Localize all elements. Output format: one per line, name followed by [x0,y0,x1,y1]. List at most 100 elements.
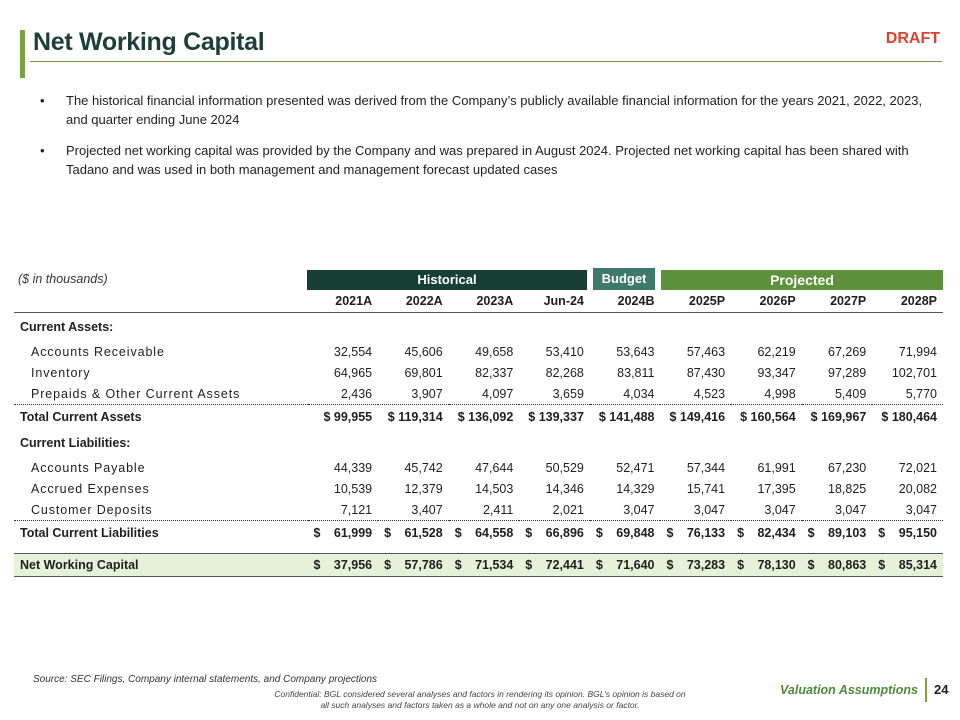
footer-divider [925,678,927,702]
column-header: Jun-24 [519,290,590,313]
row-label: Accounts Payable [31,460,146,475]
value-cell: $ 160,564 [731,404,802,429]
column-header: 2021A [307,290,379,313]
value-cell: 47,644 [475,460,514,475]
group-header-historical: Historical [307,270,587,290]
value-cell: $78,130 [731,553,802,577]
value-cell: $69,848 [589,520,661,545]
value-cell: 82,337 [475,365,514,380]
value-cell: 3,659 [552,386,584,401]
value-text: 80,863 [828,558,867,572]
bullet-list: • The historical financial information p… [40,91,930,191]
value-cell: $64,558 [448,520,520,545]
table-row: Accrued Expenses 10,539 12,379 14,503 14,346… [14,478,943,499]
value-cell: 14,346 [545,481,584,496]
value-cell: 18,825 [828,481,867,496]
column-header-row: 2021A 2022A 2023A Jun-24 2024B 2025P 2026P 2027… [14,290,943,313]
value-cell: 20,082 [898,481,937,496]
bullet-text: The historical financial information pre… [66,93,923,127]
value-text: $ 99,955 [323,410,373,424]
row-label: Net Working Capital [14,553,308,577]
group-header-projected: Projected [661,270,943,290]
dollar-sign: $ [525,558,533,572]
spacer-cell [14,545,943,554]
value-cell: 2,436 [340,386,373,401]
value-text: 89,103 [828,526,867,540]
column-header: 2025P [660,290,732,313]
row-label: Total Current Liabilities [14,520,308,545]
value-cell: 72,021 [898,460,937,475]
value-cell: $ 149,416 [660,404,732,429]
column-header: 2026P [731,290,802,313]
table-row: Accounts Receivable 32,554 45,606 49,658 53,… [14,341,943,362]
value-text: $ 180,464 [881,410,937,424]
value-text: 71,640 [616,558,655,572]
section-label: Current Assets: [20,320,114,334]
value-cell: 4,034 [623,386,655,401]
dollar-sign: $ [313,526,321,540]
table-row: Inventory 64,965 69,801 82,337 82,268 83,811 8… [14,362,943,383]
value-cell: 4,998 [764,386,796,401]
value-text: 78,130 [757,558,796,572]
page-title: Net Working Capital [33,28,265,56]
table-row: Customer Deposits 7,121 3,407 2,411 2,021 3,0… [14,499,943,521]
units-label: ($ in thousands) [18,272,108,286]
value-cell: $71,640 [589,553,661,577]
column-header: 2024B [589,290,661,313]
value-cell: $ 99,955 [307,404,379,429]
value-cell: 69,801 [404,365,443,380]
value-text: $ 160,564 [740,410,796,424]
value-cell: 17,395 [757,481,796,496]
dollar-sign: $ [313,558,321,572]
dollar-sign: $ [525,526,533,540]
value-cell: $82,434 [731,520,802,545]
value-cell: 53,643 [616,344,655,359]
row-label: Total Current Assets [14,404,308,429]
value-cell: 10,539 [333,481,373,496]
value-cell: 3,047 [764,502,796,517]
value-text: 37,956 [333,558,373,572]
value-cell: $76,133 [660,520,732,545]
dollar-sign: $ [807,526,815,540]
dollar-sign: $ [384,558,392,572]
value-text: 71,534 [475,558,514,572]
value-cell: 45,742 [404,460,443,475]
value-cell: 83,811 [617,365,655,380]
value-cell: 102,701 [891,365,937,380]
value-cell: 52,471 [616,460,655,475]
value-cell: 57,344 [686,460,726,475]
value-cell: $ 180,464 [872,404,943,429]
value-cell: 14,329 [616,481,655,496]
net-working-capital-table: 2021A 2022A 2023A Jun-24 2024B 2025P 2026P 2027… [14,290,943,577]
value-text: 95,150 [898,526,937,540]
value-cell: 50,529 [545,460,584,475]
column-header: 2028P [872,290,943,313]
dollar-sign: $ [666,526,674,540]
value-cell: $ 169,967 [801,404,873,429]
value-cell: 82,268 [545,365,584,380]
value-cell: 67,269 [828,344,867,359]
confidential-note: Confidential: BGL considered several ana… [274,689,686,710]
value-cell: 64,965 [333,365,373,380]
value-cell: 5,409 [834,386,867,401]
value-cell: 7,121 [340,502,373,517]
bullet-item: • The historical financial information p… [40,91,930,129]
dollar-sign: $ [878,526,886,540]
table-row: Accounts Payable 44,339 45,742 47,644 50,529… [14,457,943,478]
value-cell: 3,047 [623,502,655,517]
value-text: $ 149,416 [669,410,726,424]
value-cell: 97,289 [828,365,867,380]
dollar-sign: $ [454,526,462,540]
title-accent-bar [20,30,25,78]
row-label: Prepaids & Other Current Assets [31,386,241,401]
value-cell: 61,991 [757,460,796,475]
value-cell: $89,103 [801,520,873,545]
dollar-sign: $ [878,558,886,572]
value-text: $ 139,337 [528,410,584,424]
value-cell: $61,999 [307,520,379,545]
value-cell: $57,786 [378,553,449,577]
value-text: $ 119,314 [387,410,443,424]
value-text: 73,283 [686,558,726,572]
value-text: 57,786 [404,558,443,572]
dollar-sign: $ [807,558,815,572]
